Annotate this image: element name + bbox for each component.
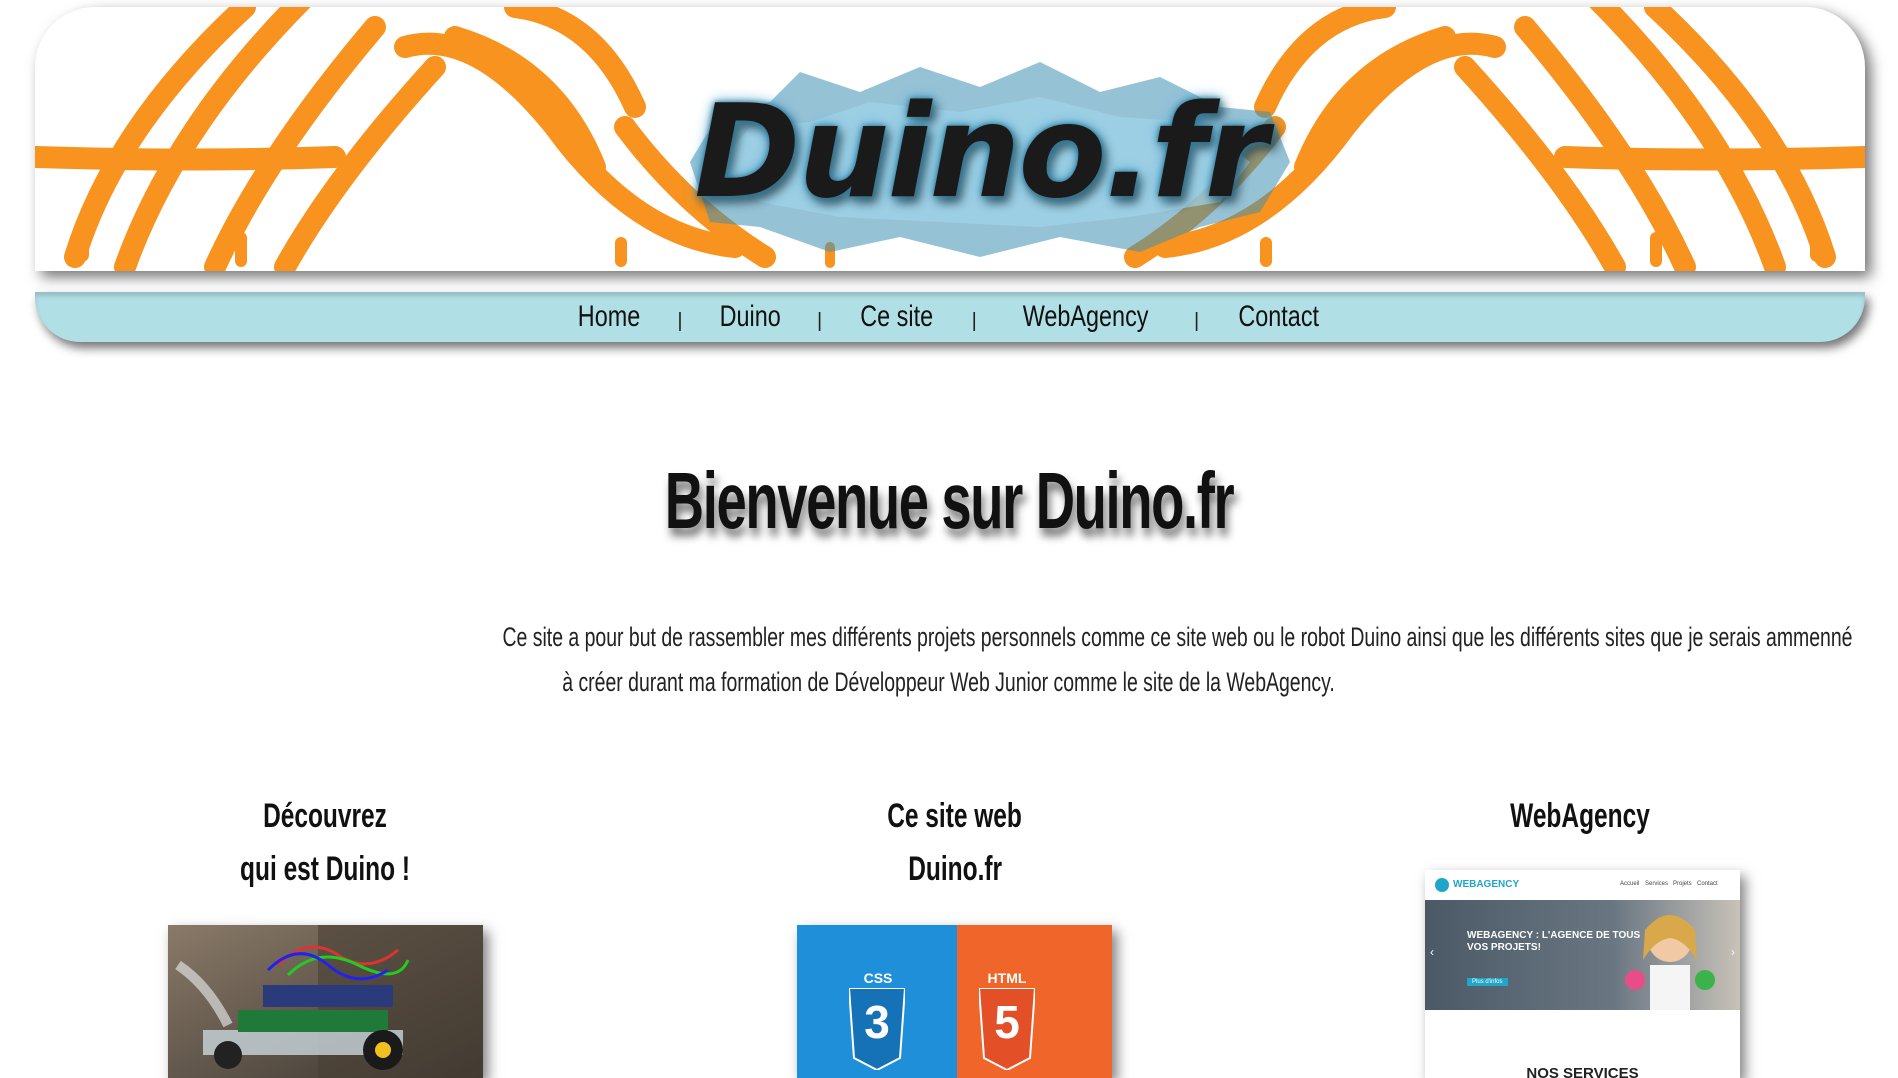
nav-separator: |	[971, 309, 977, 332]
card-title-line-1: Ce site web	[887, 797, 1023, 835]
html-panel: HTML 5	[957, 925, 1112, 1078]
preview-button: Plus d'infos	[1467, 978, 1508, 986]
preview-headline-2: VOS PROJETS!	[1467, 942, 1541, 953]
nav-duino[interactable]: Duino	[719, 300, 780, 334]
header-banner: Duino.fr	[35, 7, 1865, 271]
nav-webagency[interactable]: WebAgency	[1023, 300, 1149, 334]
intro-line-2: à créer durant ma formation de Développe…	[562, 667, 1336, 697]
nav-separator: |	[1194, 309, 1200, 332]
preview-section-title: NOS SERVICES	[1526, 1065, 1639, 1078]
webagency-preview-image[interactable]: WEBAGENCY Accueil Services Projets Conta…	[1425, 870, 1740, 1078]
preview-menu-item: Projets	[1673, 881, 1692, 887]
css-html-image[interactable]: CSS 3 HTML 5	[797, 925, 1112, 1078]
card-title-line-2: Duino.fr	[908, 850, 1002, 888]
logo-text: Duino.fr	[694, 77, 1268, 227]
page-title: Bienvenue sur Duino.fr	[0, 455, 1898, 547]
card-title: Découvrez qui est Duino !	[115, 790, 535, 896]
site-logo[interactable]: Duino.fr	[660, 52, 1300, 262]
preview-menu-item: Contact	[1697, 881, 1718, 887]
page-title-text: Bienvenue sur Duino.fr	[664, 456, 1235, 545]
preview-headline-1: WEBAGENCY : L'AGENCE DE TOUS	[1467, 930, 1641, 941]
nav-ce-site[interactable]: Ce site	[860, 300, 933, 334]
duino-robot-image[interactable]	[168, 925, 483, 1078]
nav-separator: |	[817, 309, 823, 332]
card-webagency: WebAgency	[1370, 790, 1790, 843]
preview-logo-icon	[1435, 878, 1449, 892]
preview-menu-item: Services	[1645, 881, 1669, 887]
card-title: Ce site web Duino.fr	[745, 790, 1165, 896]
html-label: HTML	[987, 970, 1027, 986]
intro-line-1: Ce site a pour but de rassembler mes dif…	[502, 622, 1853, 652]
css-label: CSS	[863, 970, 893, 986]
robot-photo	[168, 925, 483, 1078]
preview-header: WEBAGENCY Accueil Services Projets Conta…	[1425, 870, 1740, 901]
intro-paragraph: Ce site a pour but de rassembler mes dif…	[240, 615, 1852, 705]
card-title: WebAgency	[1370, 790, 1790, 843]
preview-chevron-right-icon: ›	[1731, 945, 1735, 959]
card-duino: Découvrez qui est Duino !	[115, 790, 535, 896]
preview-brand: WEBAGENCY	[1453, 879, 1520, 890]
preview-chevron-left-icon: ‹	[1430, 945, 1434, 959]
card-title-line-1: Découvrez	[263, 797, 387, 835]
preview-menu-item: Accueil	[1620, 881, 1640, 887]
nav-separator: |	[677, 309, 683, 332]
preview-hero: WEBAGENCY : L'AGENCE DE TOUS VOS PROJETS…	[1425, 900, 1740, 1010]
preview-child-image	[1625, 915, 1715, 1010]
css-panel: CSS 3	[797, 925, 957, 1078]
card-ce-site: Ce site web Duino.fr	[745, 790, 1165, 896]
nav-contact[interactable]: Contact	[1239, 300, 1320, 334]
nav-home[interactable]: Home	[578, 300, 640, 334]
main-nav: Home | Duino | Ce site | WebAgency | Con…	[35, 292, 1865, 342]
card-title-line-1: WebAgency	[1510, 797, 1650, 835]
css3-number: 3	[864, 996, 890, 1048]
html5-number: 5	[994, 996, 1020, 1048]
card-title-line-2: qui est Duino !	[240, 850, 410, 888]
